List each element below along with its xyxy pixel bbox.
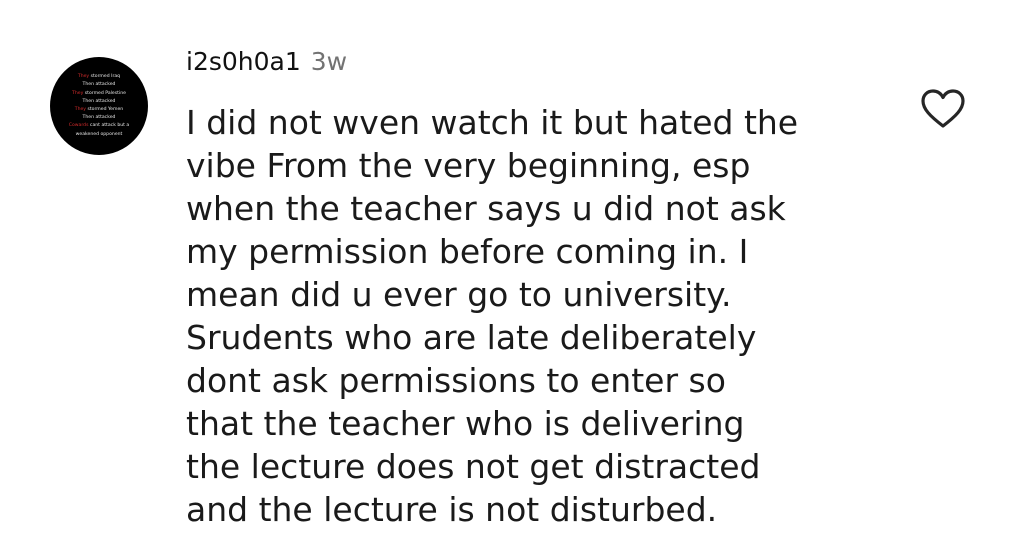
comment-body-line: dont ask permissions to enter so <box>186 361 726 400</box>
avatar[interactable]: They stormed Iraq Then attacked They sto… <box>50 57 148 155</box>
heart-outline-icon <box>920 88 966 130</box>
avatar-text-line: Then attacked <box>82 82 116 88</box>
comment: They stormed Iraq Then attacked They sto… <box>0 0 1024 554</box>
comment-body-line: and the lecture is not disturbed. <box>186 490 718 529</box>
avatar-text-line: They stormed Iraq <box>77 74 121 80</box>
comment-body: I did not wven watch it but hated the vi… <box>186 101 886 531</box>
comment-body-line: I did not wven watch it but hated the <box>186 103 799 142</box>
comment-body-line: vibe From the very beginning, esp <box>186 146 751 185</box>
comment-body-line: my permission before coming in. I <box>186 232 749 271</box>
avatar-text-line: weakened opponent <box>75 131 123 137</box>
comment-body-line: that the teacher who is delivering <box>186 404 745 443</box>
avatar-text-line: They stormed Palestine <box>72 90 126 96</box>
comment-body-line: the lecture does not get distracted <box>186 447 761 486</box>
comment-body-line: when the teacher says u did not ask <box>186 189 786 228</box>
avatar-text-line: Then attacked <box>82 115 116 121</box>
comment-body-line: mean did u ever go to university. <box>186 275 732 314</box>
timestamp: 3w <box>310 47 348 76</box>
username-link[interactable]: i2s0h0a1 <box>186 47 301 76</box>
avatar-text-line: Then attacked <box>82 98 116 104</box>
avatar-text-line: They stormed Yemen <box>74 107 124 112</box>
comment-header: i2s0h0a1 3w <box>186 47 347 87</box>
comment-body-line: Srudents who are late deliberately <box>186 318 757 357</box>
like-button[interactable] <box>920 88 966 130</box>
avatar-text-line: Cowards cant attack but a <box>68 123 130 129</box>
